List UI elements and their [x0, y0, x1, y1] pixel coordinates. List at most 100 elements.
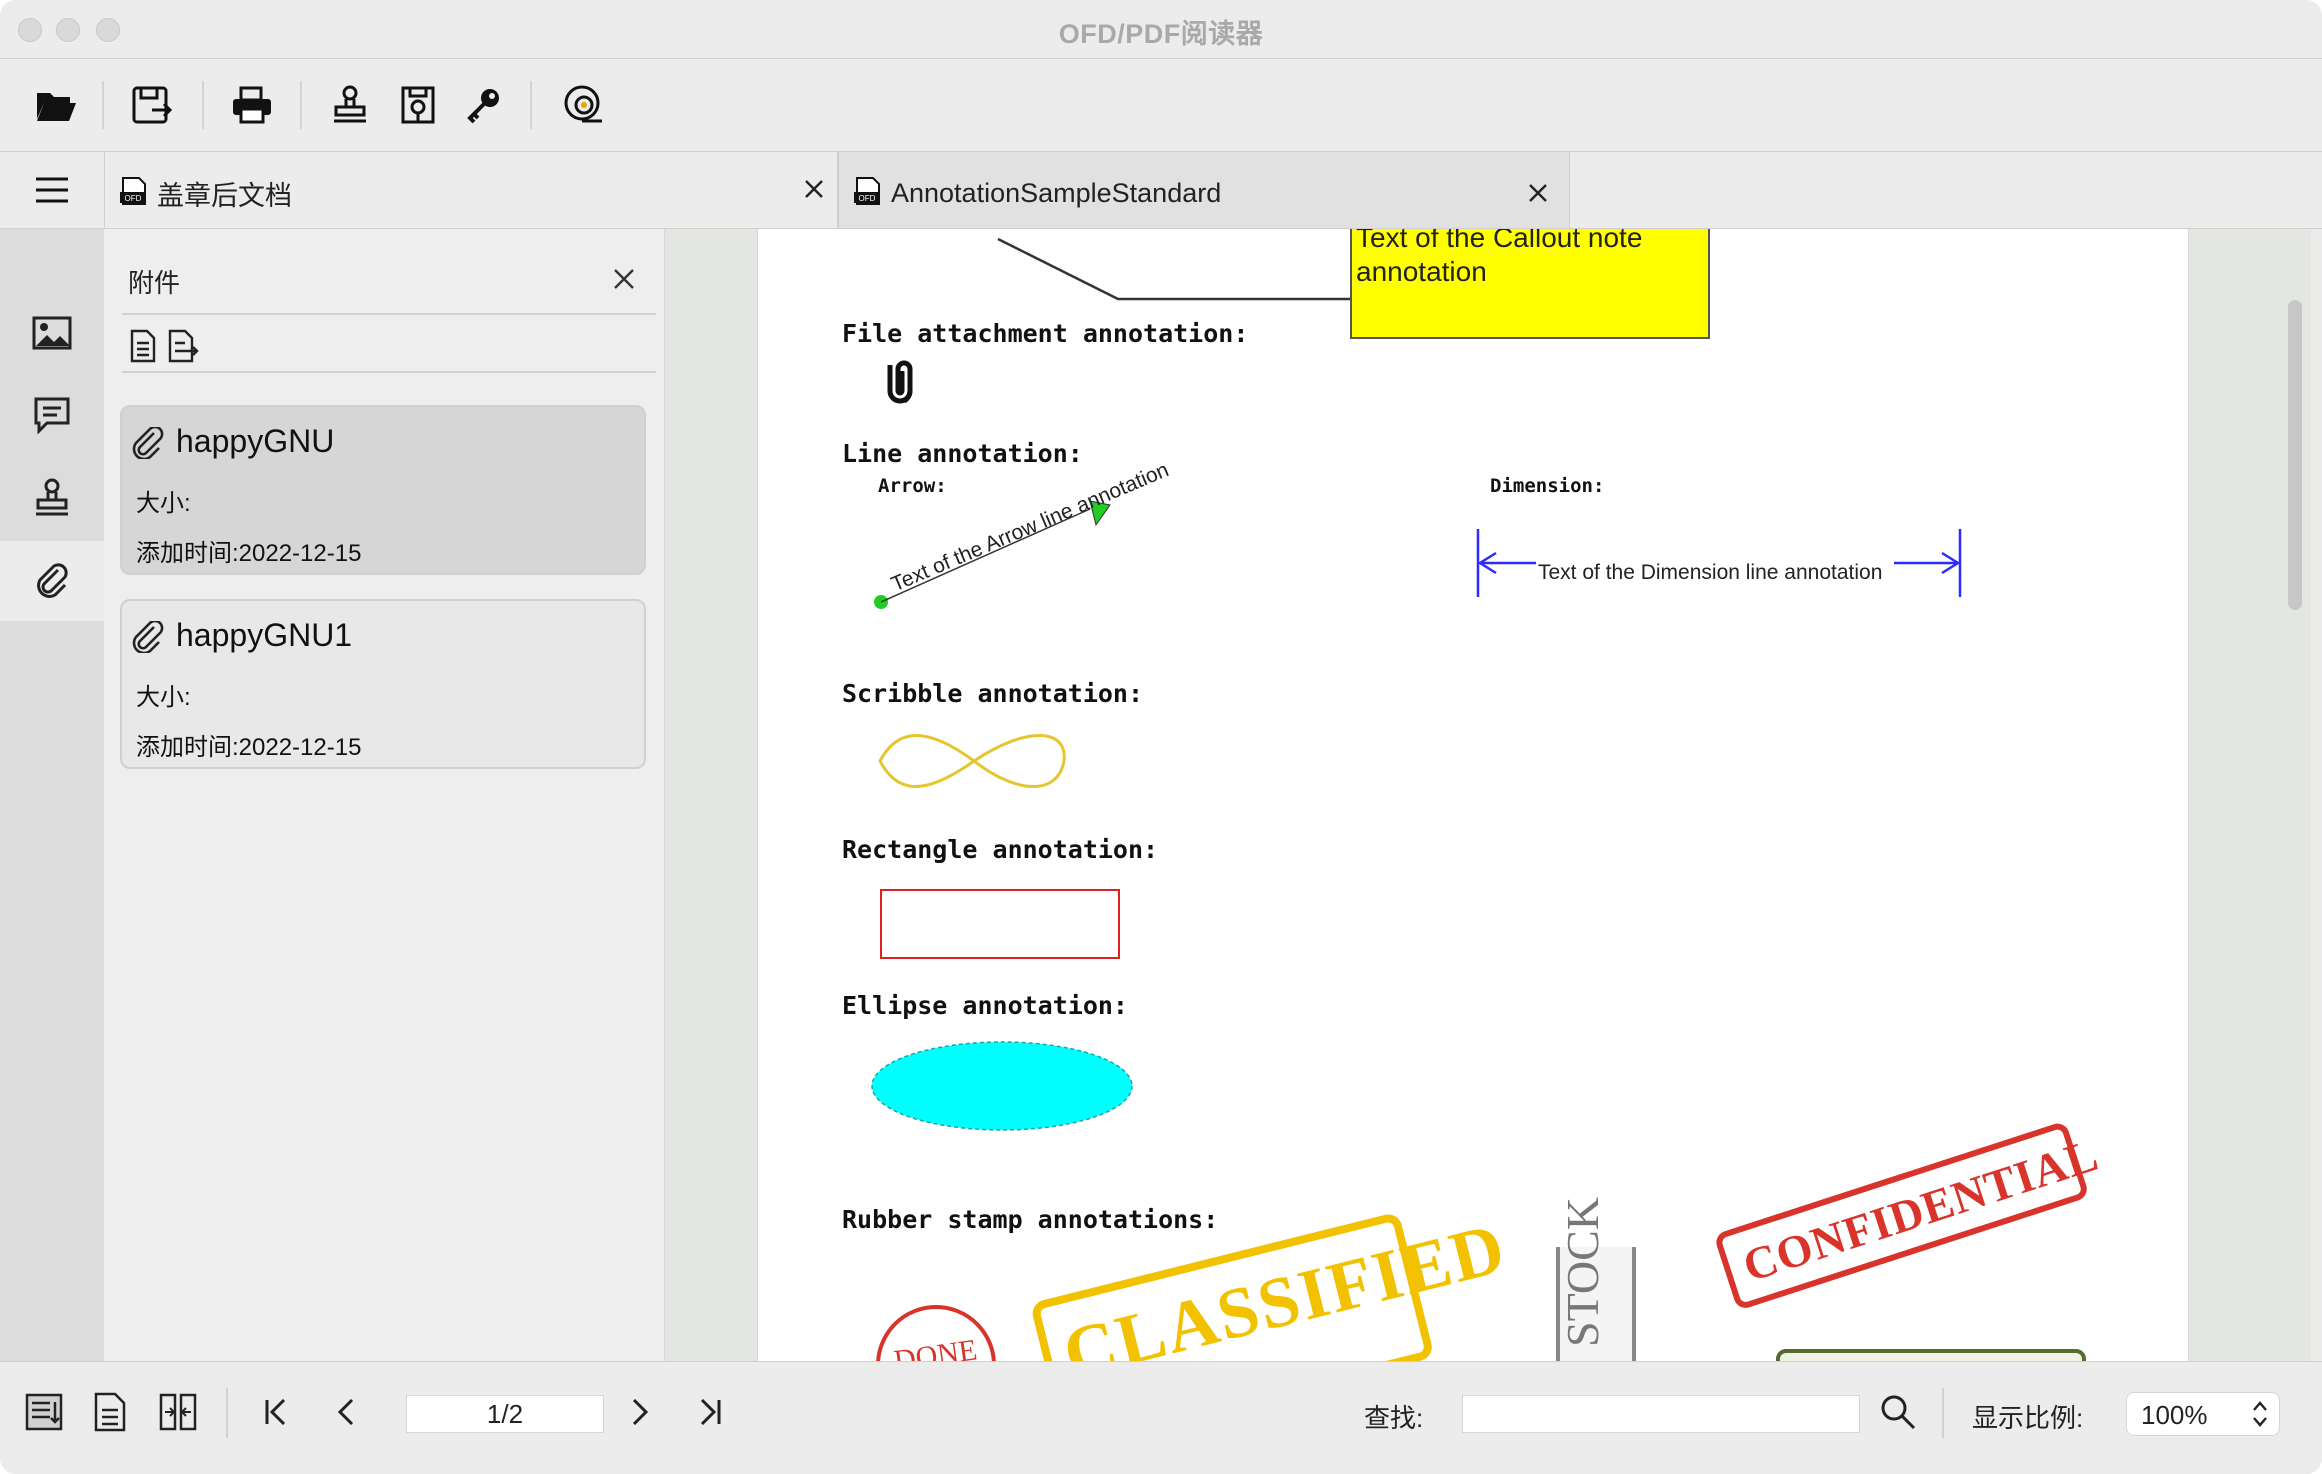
menu-button[interactable]: [22, 168, 82, 212]
continuous-pages-icon: [25, 1393, 63, 1431]
svg-text:OFD: OFD: [859, 194, 876, 203]
key-button[interactable]: [456, 77, 512, 133]
paperclip-icon: [132, 425, 166, 464]
document-export-icon: [168, 329, 199, 363]
key-icon: [467, 89, 499, 124]
previous-page-button[interactable]: [318, 1384, 374, 1440]
print-button[interactable]: [224, 77, 280, 133]
continuous-view-button[interactable]: [16, 1384, 72, 1440]
thumbnails-button[interactable]: [0, 293, 104, 373]
main-toolbar: [0, 59, 2322, 152]
file-attachment-heading: File attachment annotation:: [842, 319, 1249, 348]
export-attachment-button[interactable]: [164, 325, 202, 367]
ellipse-annotation-heading: Ellipse annotation:: [842, 991, 1128, 1020]
stamp-button[interactable]: [322, 77, 378, 133]
svg-text:OFD: OFD: [125, 194, 142, 203]
app-window: OFD/PDF阅读器 OFD 盖章后文档 OFD AnnotationSampl…: [0, 0, 2322, 1474]
rubber-stamp-heading: Rubber stamp annotations:: [842, 1205, 1219, 1234]
scribble-annotation-heading: Scribble annotation:: [842, 679, 1144, 708]
callout-note-annotation[interactable]: Text of the Callout note annotation: [1350, 229, 1710, 339]
chevron-right-icon: [632, 1398, 649, 1426]
ofd-file-icon: OFD: [853, 176, 883, 211]
line-annotation-heading: Line annotation:: [842, 439, 1083, 468]
tab-annotation-sample[interactable]: OFD AnnotationSampleStandard: [838, 152, 1570, 228]
first-page-icon: [265, 1398, 286, 1426]
seals-button[interactable]: [0, 457, 104, 537]
tab-label: 盖章后文档: [157, 181, 292, 211]
tab-bar: OFD 盖章后文档 OFD AnnotationSampleStandard: [0, 152, 2322, 229]
rectangle-annotation-heading: Rectangle annotation:: [842, 835, 1159, 864]
attachment-item[interactable]: happyGNU1 大小: 添加时间:2022-12-15: [120, 599, 646, 769]
save-export-icon: [132, 86, 173, 124]
attachments-panel: 附件 happyGNU 大小: 添加时间:2022-12-15 happyGNU…: [104, 229, 665, 1361]
seal-verify-icon: [401, 86, 435, 124]
attachment-size: 大小:: [136, 490, 191, 517]
attachment-date: 添加时间:2022-12-15: [136, 540, 362, 567]
close-tab-icon[interactable]: [1523, 178, 1553, 208]
dimension-annotation-text: Text of the Dimension line annotation: [1538, 561, 1883, 584]
next-page-button[interactable]: [612, 1384, 668, 1440]
left-rail: [0, 229, 104, 1361]
zoom-select[interactable]: 100%: [2126, 1392, 2280, 1436]
printer-icon: [233, 86, 271, 124]
chevron-up-down-icon: [2251, 1399, 2269, 1434]
certificate-icon: [564, 85, 602, 123]
stock-stamp[interactable]: STOCK: [1556, 1197, 1636, 1361]
zoom-label: 显示比例:: [1972, 1403, 2084, 1433]
stamp-icon: [36, 478, 68, 516]
done-stamp-text: DONE: [892, 1333, 980, 1361]
file-attachment-annotation-icon[interactable]: [878, 357, 928, 409]
close-tab-icon[interactable]: [799, 174, 829, 204]
ellipse-annotation[interactable]: [864, 1031, 1140, 1141]
save-as-button[interactable]: [124, 77, 180, 133]
search-label: 查找:: [1364, 1403, 1424, 1433]
attachment-name: happyGNU: [176, 423, 335, 459]
open-attachment-button[interactable]: [124, 325, 162, 367]
dimension-subheading: Dimension:: [1490, 475, 1605, 497]
attachments-button[interactable]: [0, 541, 104, 621]
comment-icon: [34, 397, 70, 434]
stamp-icon: [334, 85, 366, 123]
approved-stamp-edge: [1776, 1349, 2086, 1361]
folder-open-icon: [37, 93, 76, 121]
stock-stamp-text: STOCK: [1557, 1197, 1608, 1347]
paperclip-icon: [132, 619, 166, 658]
title-bar: OFD/PDF阅读器: [0, 0, 2322, 59]
first-page-button[interactable]: [248, 1384, 304, 1440]
two-page-icon: [159, 1393, 197, 1431]
single-page-icon: [94, 1392, 126, 1432]
chevron-left-icon: [337, 1398, 354, 1426]
attachment-size: 大小:: [136, 684, 191, 711]
search-button[interactable]: [1870, 1384, 1926, 1440]
search-input[interactable]: [1462, 1395, 1860, 1433]
close-panel-icon[interactable]: [608, 263, 640, 295]
page-number-input[interactable]: 1/2: [406, 1395, 604, 1433]
tab-stamped-document[interactable]: OFD 盖章后文档: [104, 152, 838, 228]
annotations-button[interactable]: [0, 375, 104, 455]
status-bar: 1/2 查找: 显示比例: 100%: [0, 1361, 2322, 1474]
attachment-date: 添加时间:2022-12-15: [136, 734, 362, 761]
attachment-name: happyGNU1: [176, 617, 353, 653]
single-page-button[interactable]: [82, 1384, 138, 1440]
open-file-button[interactable]: [28, 77, 84, 133]
ofd-file-icon: OFD: [119, 176, 149, 211]
image-icon: [32, 316, 72, 350]
vertical-scrollbar[interactable]: [2288, 300, 2302, 610]
panel-title: 附件: [128, 268, 181, 298]
scribble-annotation[interactable]: [868, 717, 1078, 807]
last-page-icon: [700, 1398, 721, 1426]
verify-seal-button[interactable]: [390, 77, 446, 133]
two-page-button[interactable]: [150, 1384, 206, 1440]
window-title: OFD/PDF阅读器: [1058, 19, 1264, 49]
attachment-item[interactable]: happyGNU 大小: 添加时间:2022-12-15: [120, 405, 646, 575]
hamburger-icon: [36, 177, 68, 203]
document-icon: [130, 329, 156, 363]
document-canvas[interactable]: Text of the Callout note annotation File…: [665, 229, 2311, 1361]
paperclip-icon: [37, 563, 68, 598]
document-page: Text of the Callout note annotation File…: [757, 229, 2189, 1361]
last-page-button[interactable]: [682, 1384, 738, 1440]
signature-verify-button[interactable]: [556, 77, 612, 133]
zoom-value: 100%: [2141, 1400, 2208, 1430]
search-icon: [1881, 1395, 1916, 1430]
rectangle-annotation[interactable]: [880, 889, 1120, 959]
